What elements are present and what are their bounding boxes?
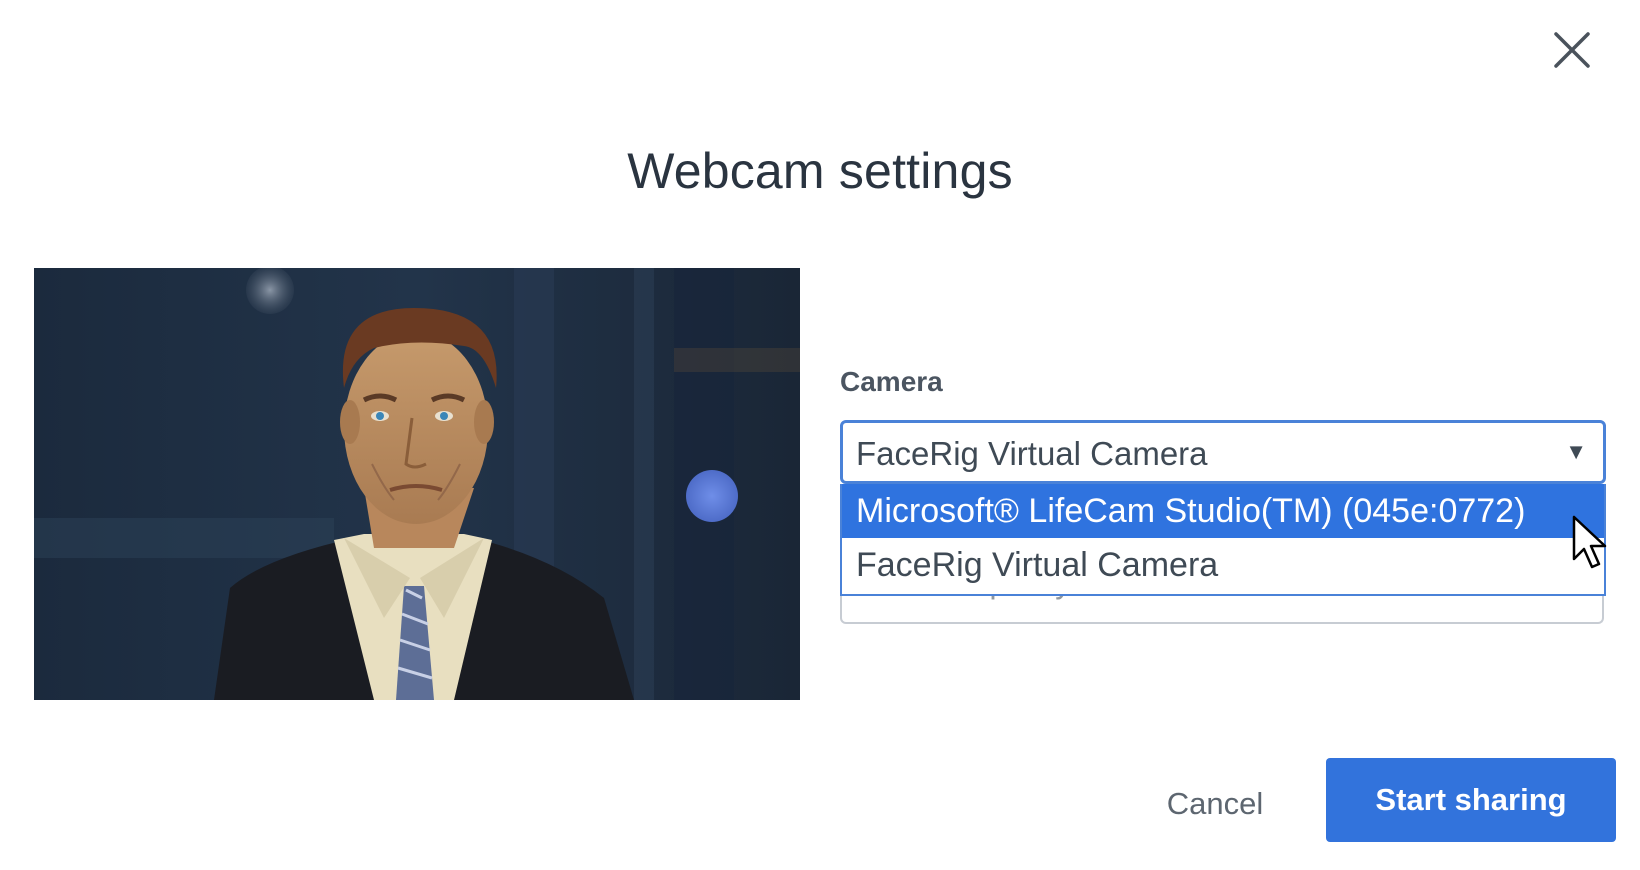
camera-select[interactable]: FaceRig Virtual Camera ▼	[840, 420, 1606, 484]
camera-dropdown-list: Microsoft® LifeCam Studio(TM) (045e:0772…	[840, 484, 1606, 596]
chevron-down-icon: ▼	[1565, 439, 1587, 464]
start-sharing-button[interactable]: Start sharing	[1326, 758, 1616, 842]
close-icon[interactable]	[1548, 26, 1596, 74]
cancel-button[interactable]: Cancel	[1150, 782, 1280, 826]
dialog-title: Webcam settings	[627, 143, 1013, 199]
camera-option-lifecam[interactable]: Microsoft® LifeCam Studio(TM) (045e:0772…	[842, 484, 1604, 538]
webcam-preview	[34, 268, 800, 700]
camera-select-value: FaceRig Virtual Camera	[856, 435, 1208, 472]
camera-label: Camera	[840, 366, 943, 397]
camera-option-facerig[interactable]: FaceRig Virtual Camera	[842, 538, 1604, 592]
